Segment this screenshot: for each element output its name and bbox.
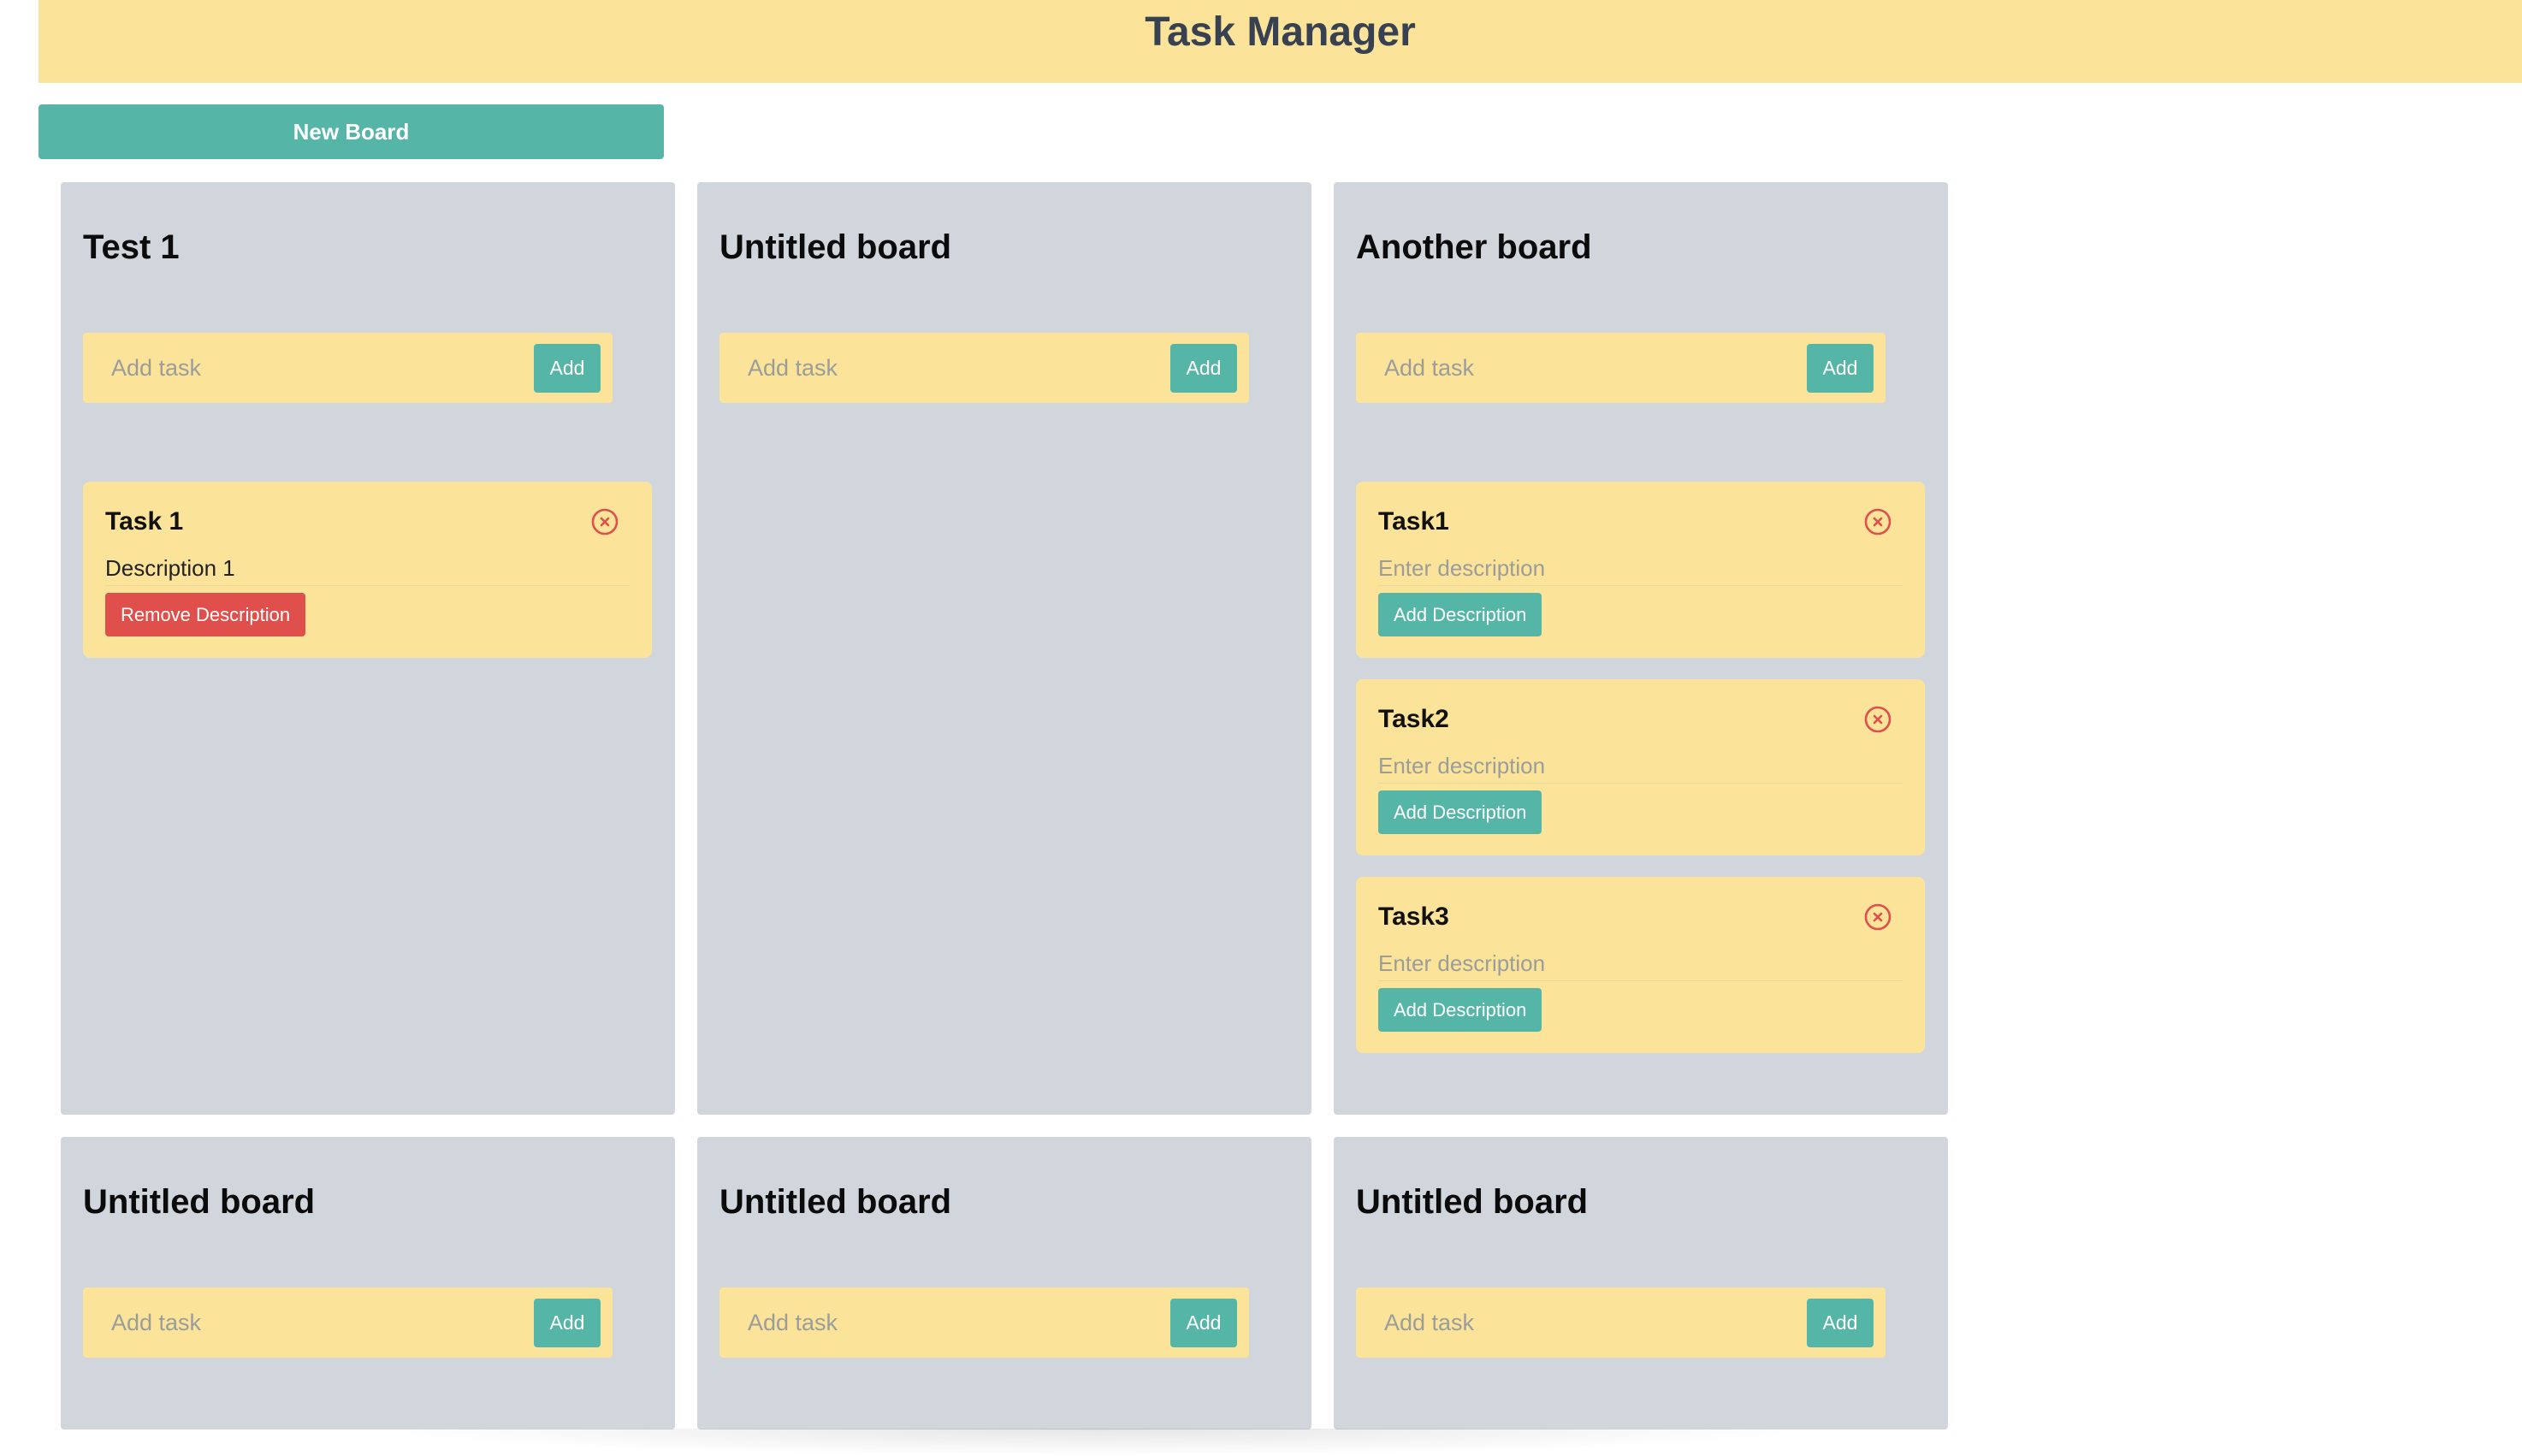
circle-x-icon[interactable] bbox=[590, 507, 619, 536]
add-task-row: Add bbox=[719, 333, 1249, 403]
add-task-button[interactable]: Add bbox=[1170, 1298, 1237, 1347]
task-title: Task3 bbox=[1378, 903, 1449, 931]
board-title: Untitled board bbox=[83, 1183, 316, 1221]
add-description-button[interactable]: Add Description bbox=[1378, 593, 1542, 636]
add-task-input[interactable] bbox=[1382, 353, 1762, 382]
add-task-row: Add bbox=[83, 1287, 613, 1358]
add-task-input[interactable] bbox=[1382, 1308, 1762, 1337]
new-board-button[interactable]: New Board bbox=[38, 104, 664, 159]
add-task-input[interactable] bbox=[746, 353, 1126, 382]
task-description-input[interactable] bbox=[1378, 749, 1903, 784]
board-title: Untitled board bbox=[719, 228, 952, 266]
circle-x-icon[interactable] bbox=[1863, 507, 1892, 536]
remove-description-button[interactable]: Remove Description bbox=[105, 593, 306, 636]
add-task-input[interactable] bbox=[746, 1308, 1126, 1337]
task-list: Task 1 Remove Description bbox=[83, 482, 653, 658]
add-task-input[interactable] bbox=[110, 353, 489, 382]
add-task-row: Add bbox=[1356, 1287, 1886, 1358]
task-card: Task1 Add Description bbox=[1356, 482, 1925, 658]
add-task-row: Add bbox=[719, 1287, 1249, 1358]
add-task-input[interactable] bbox=[110, 1308, 489, 1337]
board-title: Test 1 bbox=[83, 228, 180, 266]
task-title: Task1 bbox=[1378, 507, 1449, 536]
add-task-row: Add bbox=[1356, 333, 1886, 403]
add-task-button[interactable]: Add bbox=[534, 1298, 601, 1347]
task-title: Task2 bbox=[1378, 705, 1449, 733]
board-title: Untitled board bbox=[1356, 1183, 1589, 1221]
board: Untitled board Add bbox=[697, 1137, 1311, 1429]
add-task-button[interactable]: Add bbox=[1807, 1298, 1874, 1347]
task-description-input[interactable] bbox=[1378, 552, 1903, 586]
app-title: Task Manager bbox=[1145, 9, 1416, 55]
task-list: Task1 Add Description Task2 Add Descript… bbox=[1356, 482, 1926, 1053]
circle-x-icon[interactable] bbox=[1863, 903, 1892, 932]
boards-grid: Test 1 Add Task 1 Remove Description Unt… bbox=[61, 182, 1948, 1429]
task-description-input[interactable] bbox=[105, 552, 630, 586]
circle-x-icon[interactable] bbox=[1863, 705, 1892, 734]
task-card: Task3 Add Description bbox=[1356, 877, 1925, 1053]
board: Untitled board Add bbox=[1334, 1137, 1948, 1429]
add-task-button[interactable]: Add bbox=[1807, 343, 1874, 393]
board: Untitled board Add bbox=[697, 182, 1311, 1115]
task-card: Task2 Add Description bbox=[1356, 679, 1925, 855]
add-description-button[interactable]: Add Description bbox=[1378, 790, 1542, 834]
board: Test 1 Add Task 1 Remove Description bbox=[61, 182, 675, 1115]
board-title: Another board bbox=[1356, 228, 1592, 266]
board: Untitled board Add bbox=[61, 1137, 675, 1429]
add-task-button[interactable]: Add bbox=[1170, 343, 1237, 393]
add-task-row: Add bbox=[83, 333, 613, 403]
add-task-button[interactable]: Add bbox=[534, 343, 601, 393]
add-description-button[interactable]: Add Description bbox=[1378, 988, 1542, 1032]
drag-shadow bbox=[368, 1429, 1822, 1456]
app-header: Task Manager bbox=[38, 0, 2522, 83]
board-title: Untitled board bbox=[719, 1183, 952, 1221]
board: Another board Add Task1 Add Description … bbox=[1334, 182, 1948, 1115]
task-card: Task 1 Remove Description bbox=[83, 482, 652, 658]
task-title: Task 1 bbox=[105, 507, 184, 536]
task-description-input[interactable] bbox=[1378, 947, 1903, 981]
